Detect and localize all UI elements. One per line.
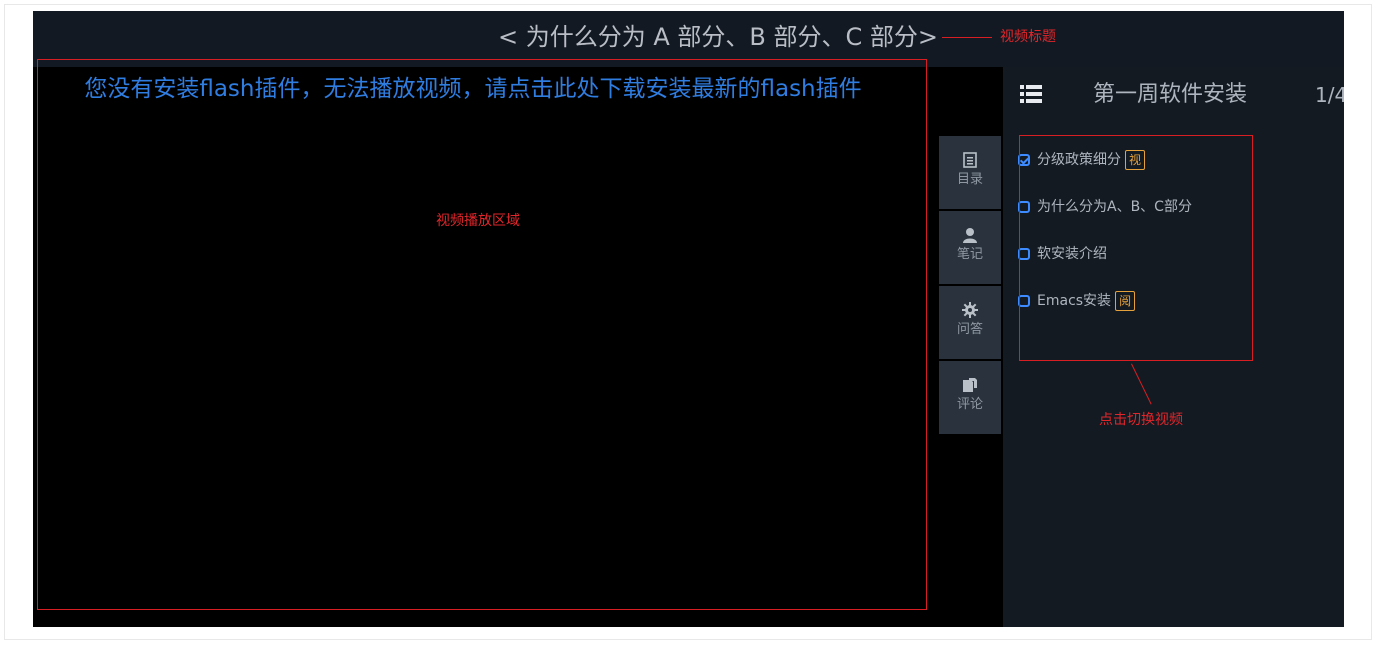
list-annotation: 点击切换视频 [1099, 412, 1183, 428]
tab-catalog[interactable]: 目录 [939, 136, 1001, 209]
tab-catalog-label: 目录 [956, 172, 983, 187]
comment-icon [939, 377, 1001, 395]
player-annotation: 视频播放区域 [436, 213, 520, 229]
side-tab-bar: 目录 笔记 问答 评论 [939, 136, 1001, 436]
chapter-header: 第一周软件安装 1/4 [1003, 67, 1344, 123]
chapter-page-indicator: 1/4 [1315, 83, 1344, 107]
tab-qa[interactable]: 问答 [939, 286, 1001, 359]
title-annotation: 视频标题 [1000, 29, 1056, 45]
tab-notes[interactable]: 笔记 [939, 211, 1001, 284]
title-annotation-line [942, 37, 992, 38]
catalog-icon [939, 152, 1001, 170]
gear-icon [939, 302, 1001, 320]
player-annotation-box [37, 59, 927, 610]
chapter-title: 第一周软件安装 [1093, 82, 1248, 107]
tab-comments[interactable]: 评论 [939, 361, 1001, 434]
tab-qa-label: 问答 [956, 322, 983, 337]
video-title: < 为什么分为 A 部分、B 部分、C 部分> [497, 23, 938, 51]
tab-notes-label: 笔记 [956, 247, 983, 262]
lesson-list-annotation-box [1019, 135, 1253, 361]
tab-comments-label: 评论 [956, 397, 983, 412]
user-icon [939, 227, 1001, 245]
list-icon[interactable] [1020, 85, 1042, 103]
